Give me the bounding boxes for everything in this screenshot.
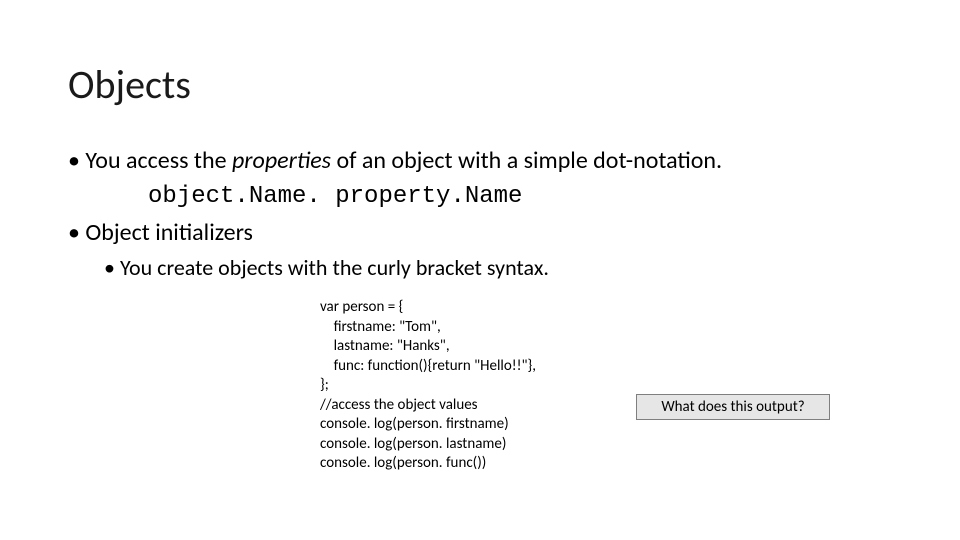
bullet-text-prefix: You access the [85,146,232,175]
code-example-block: var person = { firstname: "Tom", lastnam… [320,298,536,474]
bullet-text: Object initializers [85,218,253,247]
callout-question-box: What does this output? [636,394,830,420]
sub-bullet-text: You create objects with the curly bracke… [120,254,549,281]
bullet-text-suffix: of an object with a simple dot-notation. [336,146,722,175]
bullet-text-italic: properties [232,146,331,175]
bullet-object-initializers: Object initializers [68,218,898,248]
slide-title: Objects [68,60,191,109]
sub-bullet-curly-syntax: You create objects with the curly bracke… [104,254,898,282]
code-inline-dot-notation: object.Name. property.Name [148,182,898,212]
slide-body: You access the properties of an object w… [68,140,898,286]
bullet-access-properties: You access the properties of an object w… [68,146,898,176]
